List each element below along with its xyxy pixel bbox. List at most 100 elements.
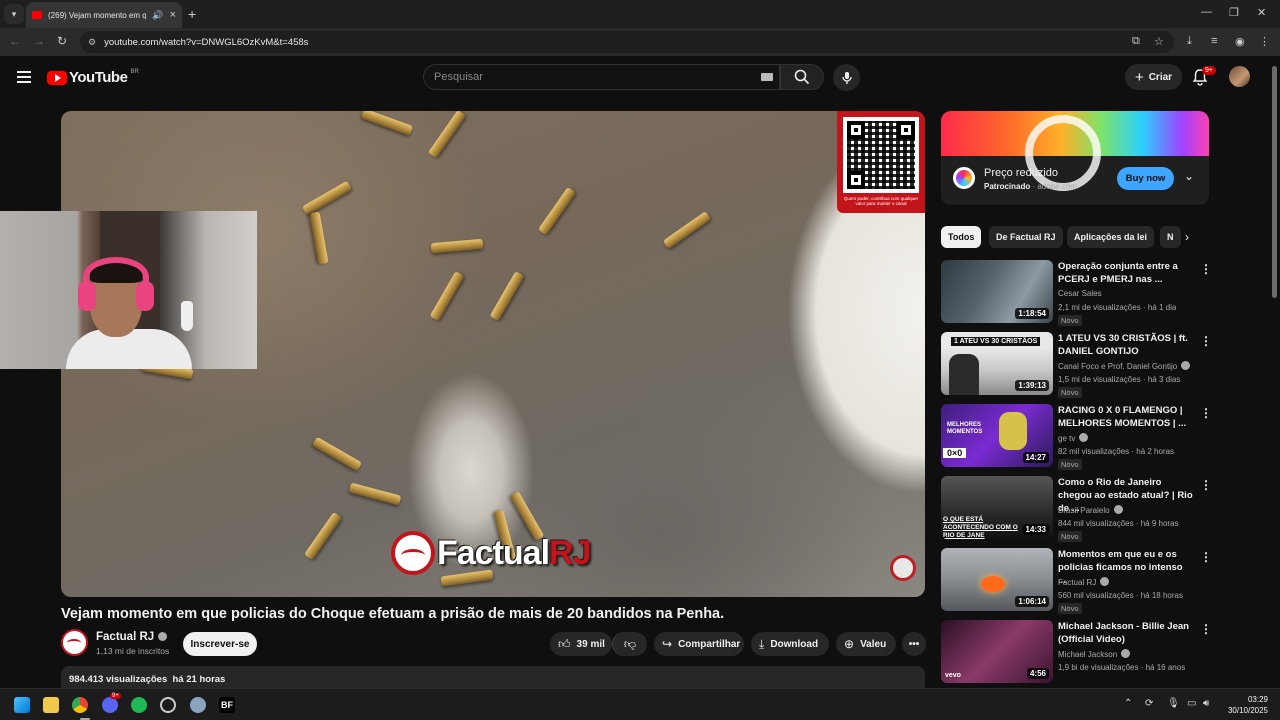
back-icon[interactable]: ←: [9, 34, 21, 48]
like-button[interactable]: 👍︎ 39 mil: [550, 632, 612, 656]
media-control-icon[interactable]: ≡: [1211, 35, 1217, 47]
windows-start-icon[interactable]: [14, 697, 30, 713]
discord-icon[interactable]: [102, 697, 118, 713]
account-avatar[interactable]: [1229, 66, 1250, 87]
profile-icon[interactable]: ◉: [1235, 35, 1245, 48]
rec-title[interactable]: 1 ATEU VS 30 CRISTÃOS | ft. DANIEL GONTI…: [1058, 332, 1193, 358]
chevron-right-icon[interactable]: ›: [1185, 230, 1189, 244]
thanks-button[interactable]: ⊕ Valeu: [836, 632, 896, 656]
new-tab-icon[interactable]: +: [188, 6, 196, 22]
duration-badge: 14:27: [1022, 452, 1049, 463]
subscribe-button[interactable]: Inscrever-se: [183, 632, 257, 656]
scrollbar-thumb[interactable]: [1272, 66, 1277, 298]
spotify-icon[interactable]: [131, 697, 147, 713]
create-button[interactable]: + Criar: [1125, 64, 1182, 90]
restore-icon[interactable]: ❐: [1229, 6, 1239, 19]
recommended-video[interactable]: 1 ATEU VS 30 CRISTÃOS 1:39:13 1 ATEU VS …: [941, 332, 1212, 398]
recommended-video[interactable]: 1:06:14 Momentos em que eu e os policias…: [941, 548, 1212, 614]
duration-badge: 4:56: [1026, 668, 1049, 679]
rec-title[interactable]: Michael Jackson - Billie Jean (Official …: [1058, 620, 1193, 646]
more-vertical-icon[interactable]: ⋮: [1200, 622, 1212, 636]
rec-channel[interactable]: ge tv: [1058, 433, 1089, 443]
chip-law-enforcement[interactable]: Aplicações da lei: [1067, 226, 1155, 248]
video-thumbnail[interactable]: vevo 4:56: [941, 620, 1053, 683]
close-tab-icon[interactable]: ×: [170, 9, 176, 21]
file-explorer-icon[interactable]: [43, 697, 59, 713]
video-thumbnail[interactable]: 1:18:54: [941, 260, 1053, 323]
bf-game-icon[interactable]: BF: [219, 697, 235, 713]
address-bar[interactable]: ⚙ youtube.com/watch?v=DNWGL6OzKvM&t=458s…: [80, 31, 1174, 53]
more-actions-button[interactable]: •••: [902, 632, 926, 656]
video-thumbnail[interactable]: 1:06:14: [941, 548, 1053, 611]
chevron-down-icon[interactable]: ⌄: [1184, 169, 1194, 183]
recommended-video[interactable]: MELHORES MOMENTOS 0×0 14:27 RACING 0 X 0…: [941, 404, 1212, 470]
tab-search-icon[interactable]: ▾: [4, 4, 24, 24]
clock[interactable]: 03:29 30/10/2025: [1224, 694, 1268, 716]
cast-icon[interactable]: ⧉: [1132, 35, 1140, 48]
thumb-person: [949, 354, 979, 395]
browser-tab[interactable]: (269) Vejam momento em q 🔊 ×: [26, 2, 182, 28]
shell-casing: [662, 210, 712, 250]
rec-meta: 82 mil visualizações · há 2 horas: [1058, 447, 1175, 456]
new-badge: Novo: [1058, 459, 1082, 470]
channel-corner-logo-icon[interactable]: [890, 555, 916, 581]
video-thumbnail[interactable]: 1 ATEU VS 30 CRISTÃOS 1:39:13: [941, 332, 1053, 395]
youtube-logo[interactable]: YouTube BR: [47, 69, 139, 86]
site-info-icon[interactable]: ⚙: [88, 37, 96, 48]
rec-channel[interactable]: Cesar Sales: [1058, 289, 1102, 298]
recommended-video[interactable]: 1:18:54 Operação conjunta entre a PCERJ …: [941, 260, 1212, 326]
download-icon[interactable]: ⤓: [1187, 35, 1192, 48]
sponsored-ad[interactable]: Preço reduzido Patrocinado · adobe.com B…: [941, 111, 1209, 205]
recommended-video[interactable]: O QUE ESTÁ ACONTECENDO COM O RIO DE JANE…: [941, 476, 1212, 542]
thumb-player: [999, 412, 1027, 450]
more-vertical-icon[interactable]: ⋮: [1200, 334, 1212, 348]
channel-avatar[interactable]: [61, 629, 88, 656]
rec-channel[interactable]: Michael Jackson: [1058, 649, 1131, 659]
logo-text: YouTube: [69, 69, 128, 86]
thumb-fire: [981, 576, 1005, 592]
download-button[interactable]: ⤓ Download: [751, 632, 829, 656]
chip-from-channel[interactable]: De Factual RJ: [989, 226, 1063, 248]
keyboard-icon[interactable]: [761, 73, 773, 81]
more-vertical-icon[interactable]: ⋮: [1200, 478, 1212, 492]
obs-icon[interactable]: [160, 697, 176, 713]
rec-channel[interactable]: Factual RJ: [1058, 577, 1110, 587]
thumbs-down-icon: 👎︎: [623, 636, 637, 651]
share-button[interactable]: ↪ Compartilhar: [654, 632, 744, 656]
tray-overflow-icon[interactable]: ⌃: [1124, 698, 1132, 709]
chip-all[interactable]: Todos: [941, 226, 982, 248]
buy-now-button[interactable]: Buy now: [1117, 167, 1174, 190]
search-input[interactable]: Pesquisar: [423, 64, 780, 90]
video-thumbnail[interactable]: O QUE ESTÁ ACONTECENDO COM O RIO DE JANE…: [941, 476, 1053, 539]
steam-icon[interactable]: [190, 697, 206, 713]
more-vertical-icon[interactable]: ⋮: [1200, 550, 1212, 564]
microphone-tray-icon[interactable]: 🎙︎: [1167, 698, 1180, 709]
volume-icon[interactable]: 🔊︎: [1203, 698, 1209, 709]
rec-title[interactable]: RACING 0 X 0 FLAMENGO | MELHORES MOMENTO…: [1058, 404, 1193, 430]
minimize-icon[interactable]: —: [1201, 6, 1212, 18]
chrome-icon[interactable]: [72, 697, 88, 713]
speaker-icon[interactable]: 🔊: [152, 10, 163, 21]
rec-channel[interactable]: Brasil Paralelo: [1058, 505, 1123, 515]
voice-search-button[interactable]: [833, 64, 860, 91]
new-badge: Novo: [1058, 315, 1082, 326]
rec-channel[interactable]: Canal Foco e Prof. Daniel Gontijo: [1058, 361, 1191, 371]
bookmark-star-icon[interactable]: ☆: [1154, 35, 1164, 48]
recommended-video[interactable]: vevo 4:56 Michael Jackson - Billie Jean …: [941, 620, 1212, 684]
search-button[interactable]: [780, 64, 824, 90]
dislike-button[interactable]: 👎︎: [612, 632, 647, 656]
forward-icon[interactable]: →: [33, 34, 45, 48]
browser-menu-icon[interactable]: ⋮: [1259, 35, 1270, 48]
reload-icon[interactable]: ↻: [57, 34, 67, 48]
network-icon[interactable]: ▭: [1187, 698, 1196, 709]
close-window-icon[interactable]: ✕: [1257, 6, 1266, 19]
rec-title[interactable]: Operação conjunta entre a PCERJ e PMERJ …: [1058, 260, 1193, 286]
more-vertical-icon[interactable]: ⋮: [1200, 262, 1212, 276]
channel-name[interactable]: Factual RJ: [96, 631, 168, 643]
video-thumbnail[interactable]: MELHORES MOMENTOS 0×0 14:27: [941, 404, 1053, 467]
menu-icon[interactable]: [17, 71, 31, 83]
more-vertical-icon[interactable]: ⋮: [1200, 406, 1212, 420]
chip-next-partial[interactable]: N: [1160, 226, 1181, 248]
sync-icon[interactable]: ⟳: [1145, 698, 1153, 709]
shell-casing: [311, 436, 363, 472]
